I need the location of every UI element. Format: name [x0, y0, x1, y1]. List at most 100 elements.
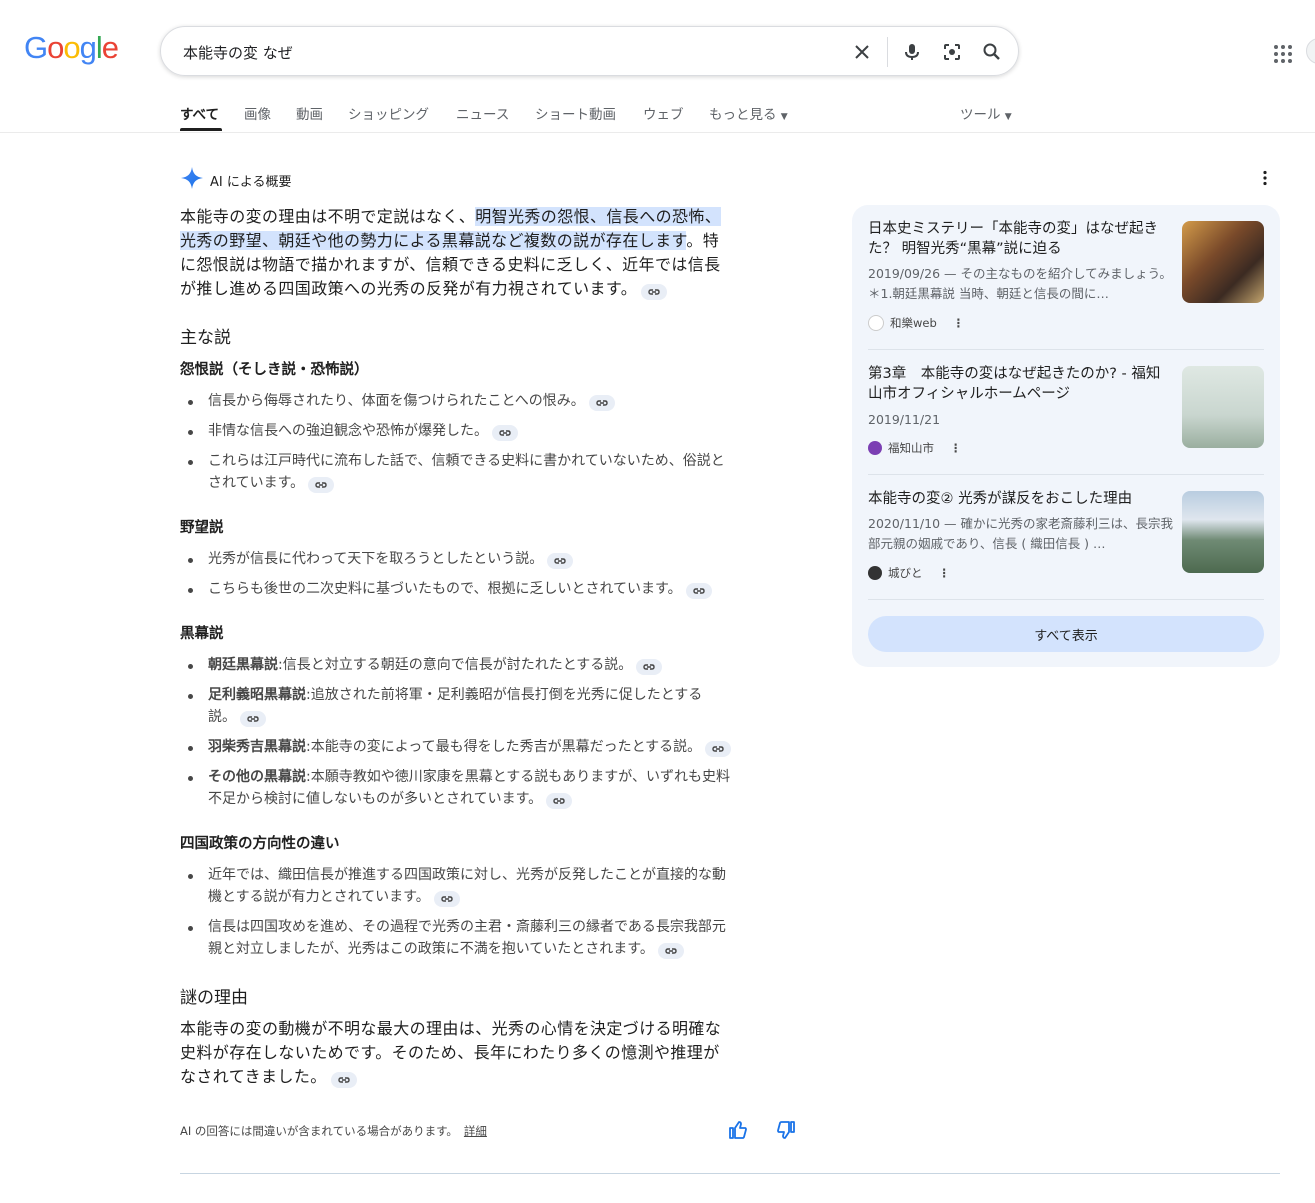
link-icon[interactable] [240, 711, 266, 727]
list-item-text: :本願寺教如や徳川家康を黒幕とする説もありますが、いずれも史料 [306, 769, 731, 785]
link-icon[interactable] [705, 741, 732, 757]
bullet [188, 588, 193, 593]
link-icon[interactable] [636, 659, 663, 675]
tab-web[interactable]: ウェブ [643, 103, 684, 123]
more-options-icon[interactable]: ⋮ [950, 441, 962, 455]
list-item-text: :追放された前将軍・足利義昭が信長打倒を光秀に促したとする [306, 687, 703, 703]
sources-panel: 日本史ミステリー「本能寺の変」はなぜ起きた？ 明智光秀“黒幕”説に迫る 2019… [852, 205, 1280, 667]
intro-highlight: 明智光秀の怨恨、信長への恐怖、 [475, 207, 722, 226]
source-site[interactable]: 福知山市 ⋮ [868, 440, 962, 456]
search-box[interactable] [160, 26, 1019, 76]
search-divider [887, 37, 888, 67]
mystery-heading: 謎の理由 [180, 988, 248, 1008]
thumbs-up-icon[interactable] [728, 1120, 748, 1144]
link-icon[interactable] [492, 425, 518, 441]
more-options-icon[interactable]: ⋮ [953, 316, 965, 330]
bullet [188, 746, 193, 751]
bullet [188, 460, 193, 465]
list-item-text: こちらも後世の二次史料に基づいたもので、根拠に乏しいとされています。 [208, 581, 682, 597]
list-item-text: 親と対立しましたが、光秀はこの政策に不満を抱いていたとされます。 [208, 941, 654, 957]
source-thumbnail[interactable] [1182, 366, 1264, 448]
list-item-text: 不足から検討に値しないものが多いとされています。 [208, 791, 543, 807]
ambition-heading: 野望説 [180, 520, 224, 536]
tab-shopping[interactable]: ショッピング [348, 103, 429, 123]
chevron-down-icon: ▼ [780, 112, 788, 122]
ai-disclaimer: AI の回答には間違いが含まれている場合があります。 詳細 [180, 1123, 487, 1139]
bullet [188, 558, 193, 563]
list-item: 非情な信長への強迫観念や恐怖が爆発した。 [208, 420, 808, 442]
bullet [188, 664, 193, 669]
tab-more-label: もっと見る [709, 107, 777, 123]
mystery-text: 本能寺の変の動機が不明な最大の理由は、光秀の心情を決定づける明確な [180, 1019, 722, 1038]
source-name: 福知山市 [888, 441, 934, 455]
list-item-continued: 説。 [208, 706, 808, 728]
lens-icon[interactable] [939, 39, 965, 65]
source-snippet: 2020/11/10 — 確かに光秀の家老斎藤利三は、長宗我部元親の姻戚であり、… [868, 516, 1173, 551]
list-item-text: 信長から侮辱されたり、体面を傷つけられたことへの恨み。 [208, 393, 585, 409]
list-item: こちらも後世の二次史料に基づいたもので、根拠に乏しいとされています。 [208, 578, 808, 600]
source-title[interactable]: 第3章 本能寺の変はなぜ起きたのか? - 福知山市オフィシャルホームページ [868, 364, 1168, 404]
site-favicon [868, 566, 882, 580]
show-all-button[interactable]: すべて表示 [868, 616, 1264, 652]
list-item-continued: 親と対立しましたが、光秀はこの政策に不満を抱いていたとされます。 [208, 938, 808, 960]
list-item: 羽柴秀吉黒幕説:本能寺の変によって最も得をした秀吉が黒幕だったとする説。 [208, 736, 808, 758]
apps-grid-icon[interactable] [1273, 44, 1293, 64]
list-item-text: :信長と対立する朝廷の意向で信長が討たれたとする説。 [278, 657, 633, 673]
link-icon[interactable] [547, 553, 574, 569]
details-link[interactable]: 詳細 [464, 1124, 487, 1138]
source-title[interactable]: 本能寺の変② 光秀が謀反をおこした理由 [868, 489, 1168, 509]
bullet [188, 776, 193, 781]
intro-text: が推し進める四国政策への光秀の反発が有力視されています。 [180, 279, 638, 298]
ai-intro-paragraph: 本能寺の変の理由は不明で定説はなく、明智光秀の怨恨、信長への恐怖、 光秀の野望、… [180, 205, 810, 301]
more-options-icon[interactable] [1262, 170, 1268, 190]
theory-name: 羽柴秀吉黒幕説 [208, 739, 306, 755]
intro-text: 本能寺の変の理由は不明で定説はなく、 [180, 207, 476, 226]
source-name: 和樂web [890, 316, 937, 330]
link-icon[interactable] [588, 395, 615, 411]
google-logo[interactable]: Google [24, 30, 119, 66]
section-divider [180, 1173, 1280, 1174]
list-item: 朝廷黒幕説:信長と対立する朝廷の意向で信長が討たれたとする説。 [208, 654, 808, 676]
tools-label: ツール [960, 107, 1001, 123]
tab-images[interactable]: 画像 [244, 103, 271, 123]
more-options-icon[interactable]: ⋮ [939, 566, 951, 580]
tab-all[interactable]: すべて [180, 103, 219, 123]
tab-more[interactable]: もっと見る ▼ [709, 103, 788, 123]
search-input[interactable] [181, 39, 825, 65]
source-name: 城びと [888, 566, 923, 580]
ai-overview-header: AI による概要 [180, 166, 291, 194]
tools-button[interactable]: ツール ▼ [960, 103, 1012, 123]
theory-name: その他の黒幕説 [208, 769, 306, 785]
bullet [188, 430, 193, 435]
active-tab-indicator [180, 128, 222, 131]
source-site[interactable]: 城びと ⋮ [868, 565, 950, 581]
tab-news[interactable]: ニュース [456, 103, 509, 123]
list-item: 光秀が信長に代わって天下を取ろうとしたという説。 [208, 548, 808, 570]
card-divider [868, 349, 1264, 350]
mic-icon[interactable] [899, 39, 925, 65]
link-icon[interactable] [433, 891, 460, 907]
ai-overview-label: AI による概要 [210, 174, 292, 190]
source-title[interactable]: 日本史ミステリー「本能寺の変」はなぜ起きた？ 明智光秀“黒幕”説に迫る [868, 219, 1168, 259]
source-site[interactable]: 和樂web ⋮ [868, 315, 964, 331]
thumbs-down-icon[interactable] [776, 1120, 796, 1144]
clear-icon[interactable] [849, 39, 875, 65]
link-icon[interactable] [308, 477, 335, 493]
source-thumbnail[interactable] [1182, 221, 1264, 303]
list-item: 近年では、織田信長が推進する四国政策に対し、光秀が反発したことが直接的な動 [208, 867, 726, 883]
source-thumbnail[interactable] [1182, 491, 1264, 573]
search-icon[interactable] [979, 39, 1005, 65]
main-theories-heading: 主な説 [180, 328, 231, 348]
link-icon[interactable] [641, 284, 668, 300]
tab-short-videos[interactable]: ショート動画 [535, 103, 616, 123]
card-divider [868, 599, 1264, 600]
avatar[interactable] [1306, 38, 1315, 64]
link-icon[interactable] [685, 583, 712, 599]
link-icon[interactable] [657, 943, 684, 959]
list-item-text: :本能寺の変によって最も得をした秀吉が黒幕だったとする説。 [306, 739, 702, 755]
theory-name: 朝廷黒幕説 [208, 657, 278, 673]
link-icon[interactable] [546, 793, 573, 809]
chevron-down-icon: ▼ [1004, 112, 1012, 122]
tab-videos[interactable]: 動画 [296, 103, 323, 123]
link-icon[interactable] [330, 1072, 357, 1088]
